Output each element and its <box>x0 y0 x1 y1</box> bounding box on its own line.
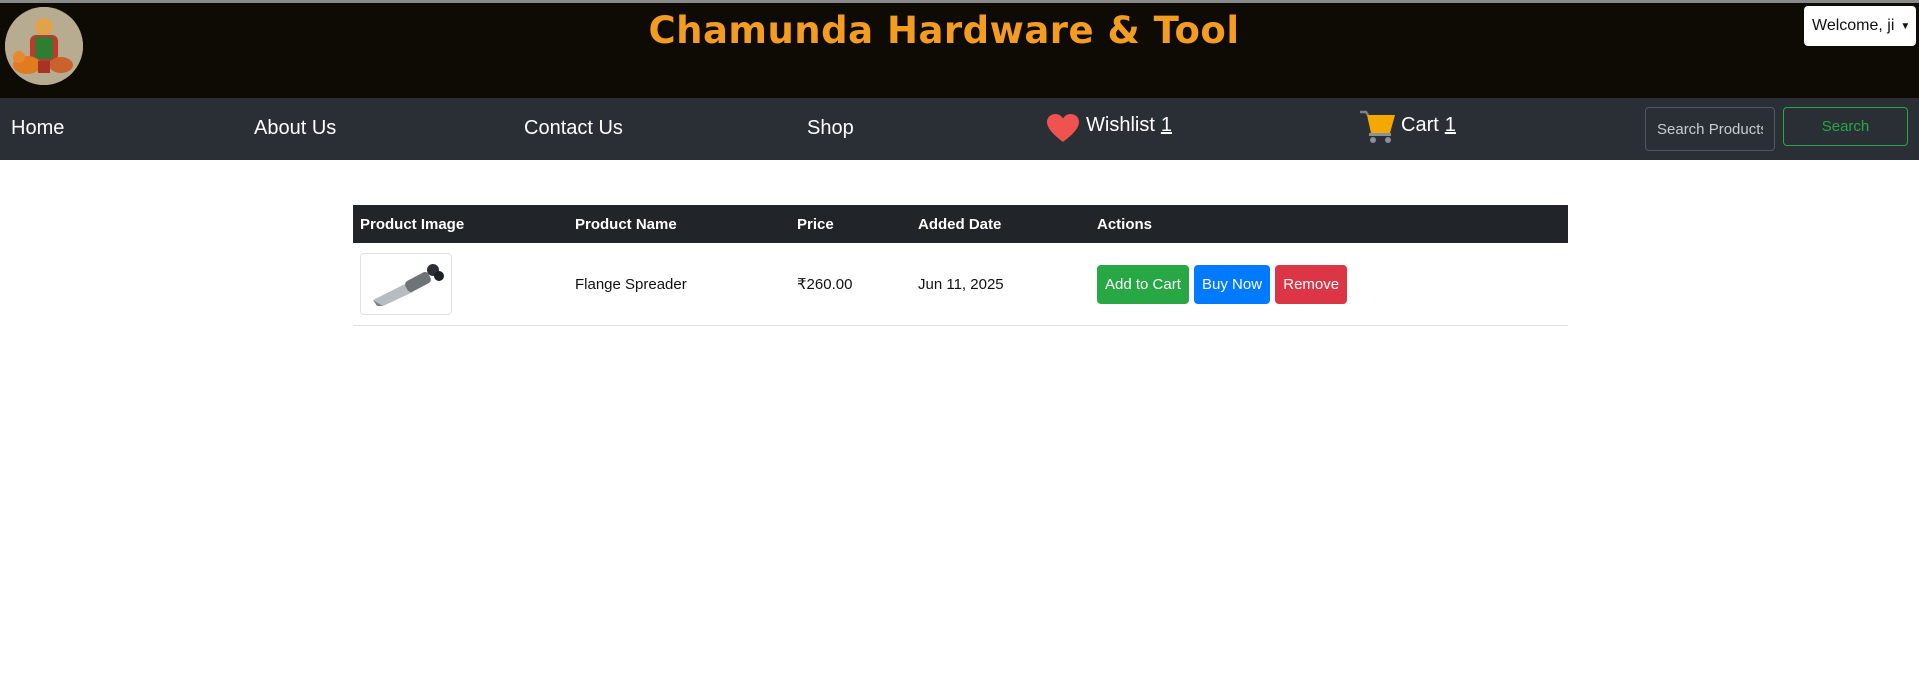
wishlist-table-container: Product Image Product Name Price Added D… <box>353 205 1568 326</box>
site-title: Chamunda Hardware & Tool <box>648 9 1240 52</box>
header-price: Price <box>797 215 834 233</box>
search-button[interactable]: Search <box>1783 107 1908 146</box>
navbar: Home About Us Contact Us Shop Wishlist 1 … <box>0 98 1919 160</box>
flange-spreader-image <box>373 264 444 306</box>
table-header-row: Product Image Product Name Price Added D… <box>353 205 1568 243</box>
nav-wishlist[interactable]: Wishlist 1 <box>1086 114 1172 137</box>
welcome-label: Welcome, ji <box>1812 17 1895 34</box>
header-added-date: Added Date <box>918 215 1002 233</box>
header-product-image: Product Image <box>360 215 465 233</box>
nav-cart[interactable]: Cart 1 <box>1401 114 1456 137</box>
nav-contact[interactable]: Contact Us <box>524 117 623 140</box>
cart-count: 1 <box>1444 114 1456 136</box>
wishlist-count: 1 <box>1160 114 1173 136</box>
product-name: Flange Spreader <box>568 243 790 326</box>
actions-cell: Add to Cart Buy Now Remove <box>1090 243 1568 326</box>
add-to-cart-button[interactable]: Add to Cart <box>1097 264 1189 304</box>
product-image-cell <box>353 243 568 326</box>
cart-label: Cart <box>1401 114 1439 136</box>
remove-button[interactable]: Remove <box>1275 264 1348 304</box>
buy-now-button[interactable]: Buy Now <box>1194 264 1271 304</box>
table-row: Flange Spreader ₹260.00 Jun 11, 2025 Add… <box>353 243 1568 326</box>
site-header: Chamunda Hardware & Tool Welcome, ji ▼ <box>0 3 1919 98</box>
cart-icon[interactable] <box>1359 109 1397 145</box>
welcome-dropdown[interactable]: Welcome, ji ▼ <box>1804 6 1916 46</box>
nav-shop[interactable]: Shop <box>807 117 854 140</box>
wishlist-label: Wishlist <box>1086 114 1155 136</box>
nav-about[interactable]: About Us <box>254 117 336 140</box>
nav-home[interactable]: Home <box>11 117 64 140</box>
caret-down-icon: ▼ <box>1900 20 1911 32</box>
search-input[interactable] <box>1645 107 1775 151</box>
product-price: ₹260.00 <box>790 243 911 326</box>
wishlist-table: Product Image Product Name Price Added D… <box>353 205 1568 326</box>
heart-icon[interactable] <box>1046 113 1080 143</box>
header-actions: Actions <box>1097 215 1153 233</box>
product-thumbnail[interactable] <box>360 253 452 315</box>
header-product-name: Product Name <box>575 215 677 233</box>
added-date: Jun 11, 2025 <box>911 243 1090 326</box>
